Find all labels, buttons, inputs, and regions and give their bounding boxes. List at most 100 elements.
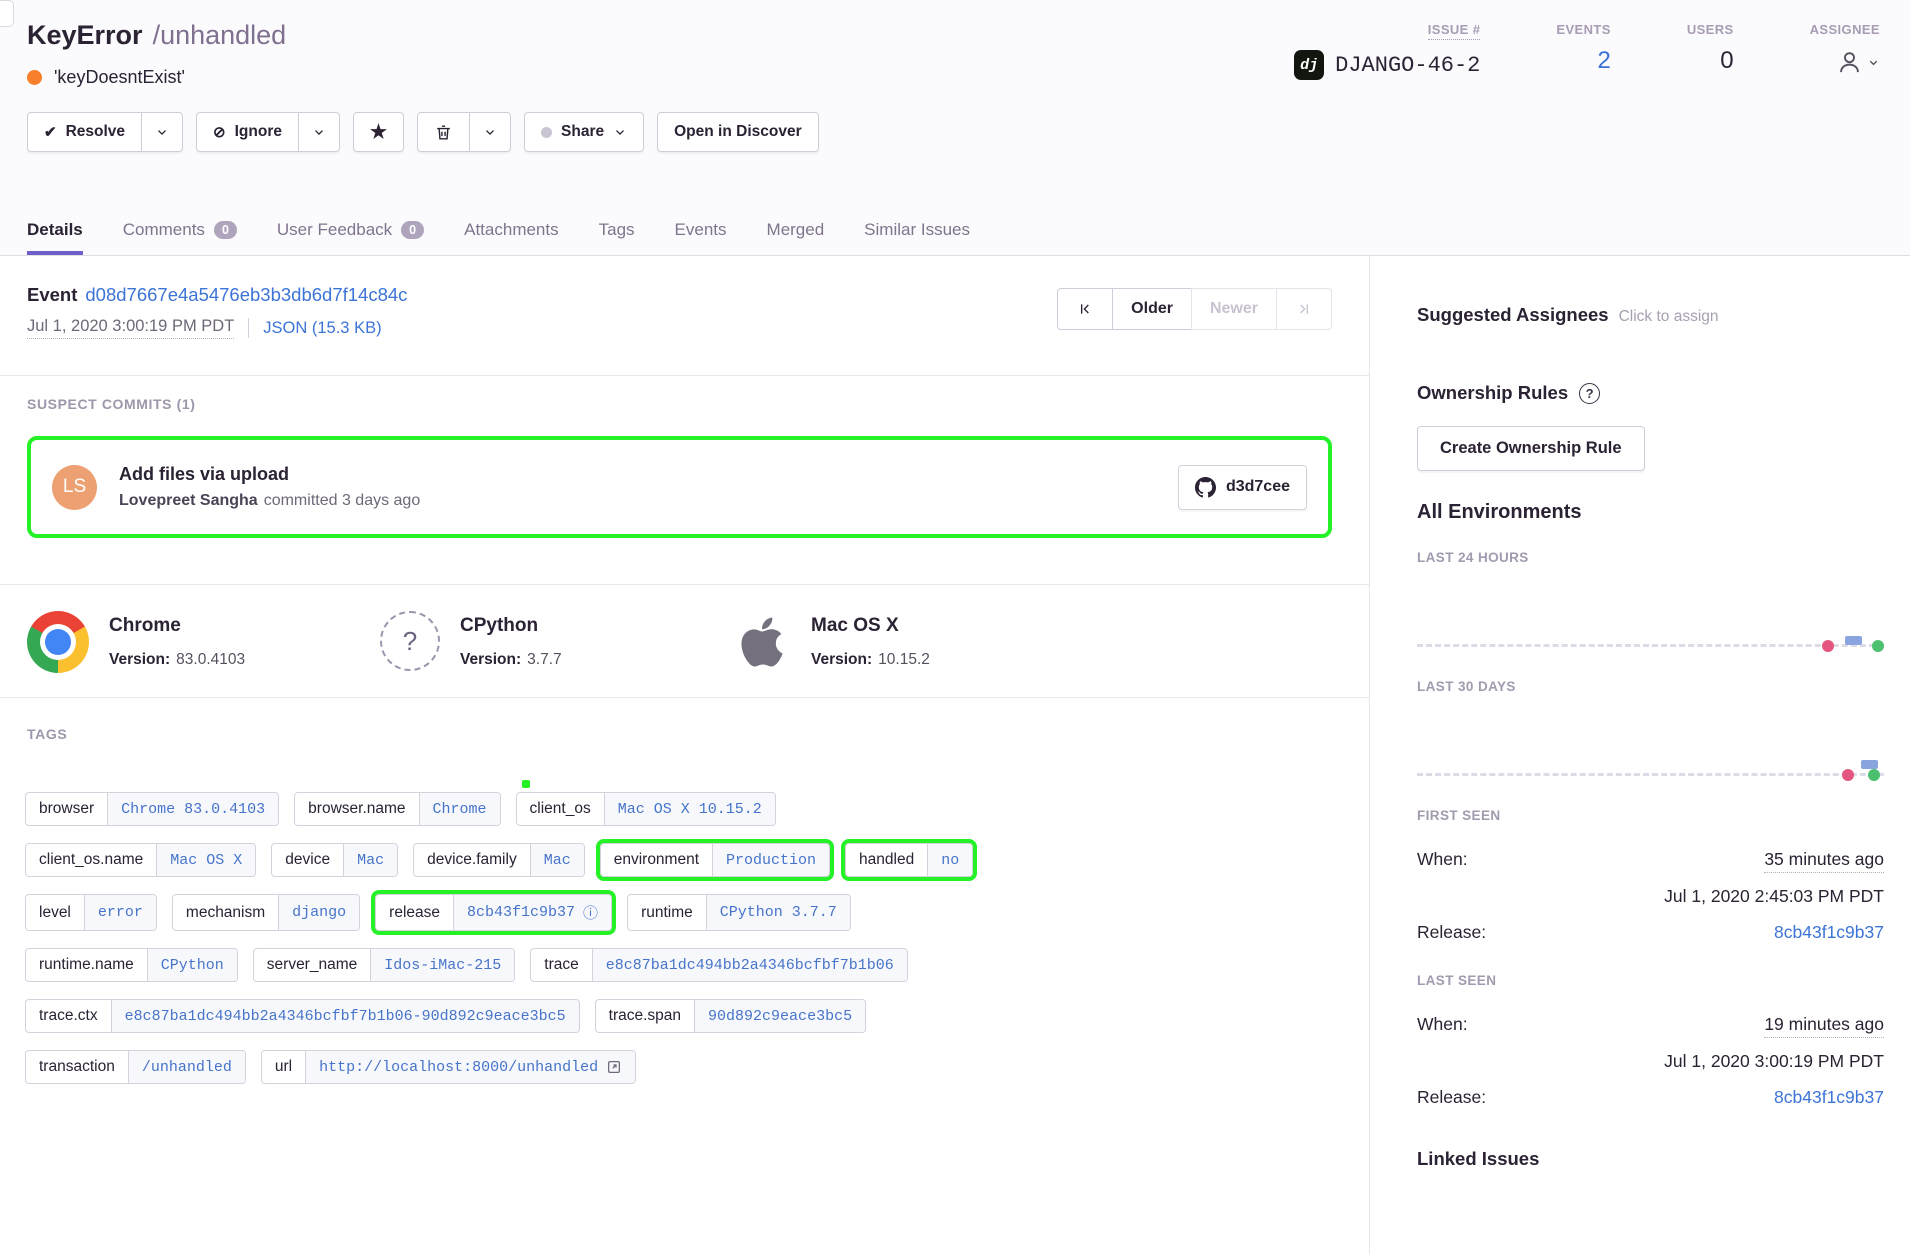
last-24-hours-label: LAST 24 HOURS <box>1417 550 1884 565</box>
last-30-days-sparkline <box>1417 694 1884 782</box>
chevron-down-icon <box>483 125 497 139</box>
tag-value-link[interactable]: 90d892c9eace3bc5 <box>694 1000 865 1032</box>
older-event-button[interactable]: Older <box>1112 288 1192 330</box>
tag-value-link[interactable]: 8cb43f1c9b37ⓘ <box>453 895 611 930</box>
newest-event-button[interactable] <box>1276 288 1332 330</box>
resolve-dropdown-button[interactable] <box>141 112 183 152</box>
last-seen-marker <box>1872 640 1884 652</box>
tag-value-link[interactable]: e8c87ba1dc494bb2a4346bcfbf7b1b06 <box>592 949 907 981</box>
trash-icon <box>434 123 453 142</box>
action-bar: ✔ Resolve ⊘ Ignore ★ <box>27 112 1884 152</box>
tag-value-link[interactable]: Mac <box>530 844 584 876</box>
resolve-button[interactable]: ✔ Resolve <box>27 112 142 152</box>
issue-tabs: Details Comments0 User Feedback0 Attachm… <box>27 220 970 255</box>
tag-value-link[interactable]: Idos-iMac-215 <box>370 949 514 981</box>
tag-value-link[interactable]: Chrome 83.0.4103 <box>107 793 278 825</box>
first-seen-heading: FIRST SEEN <box>1417 808 1884 823</box>
last-seen-release-link[interactable]: 8cb43f1c9b37 <box>1774 1087 1884 1108</box>
tag-value-link[interactable]: CPython 3.7.7 <box>706 895 850 930</box>
event-bar <box>1845 636 1862 645</box>
share-indicator-icon <box>541 127 552 138</box>
tag-value-link[interactable]: CPython <box>147 949 237 981</box>
tag-value-link[interactable]: Chrome <box>419 793 500 825</box>
create-ownership-rule-button[interactable]: Create Ownership Rule <box>1417 426 1645 471</box>
context-version: 10.15.2 <box>878 651 930 668</box>
delete-button[interactable] <box>417 112 470 152</box>
commit-sha-button[interactable]: d3d7cee <box>1178 465 1307 510</box>
issue-type-title: KeyError <box>27 20 143 50</box>
feedback-count-badge: 0 <box>401 221 424 239</box>
ignore-button[interactable]: ⊘ Ignore <box>196 112 299 152</box>
ignore-dropdown-button[interactable] <box>298 112 340 152</box>
tag-environment: environmentProduction <box>600 843 830 877</box>
share-button[interactable]: Share <box>524 112 644 152</box>
event-id-link[interactable]: d08d7667e4a5476eb3b3db6d7f14c84c <box>85 284 407 305</box>
tab-similar-issues[interactable]: Similar Issues <box>864 220 970 255</box>
delete-dropdown-button[interactable] <box>469 112 511 152</box>
issue-short-id[interactable]: dj DJANGO-46-2 <box>1294 50 1480 80</box>
first-seen-release-link[interactable]: 8cb43f1c9b37 <box>1774 922 1884 943</box>
issue-header: KeyError/unhandled 'keyDoesntExist' ISSU… <box>0 0 1910 256</box>
tag-browser: browserChrome 83.0.4103 <box>25 792 279 826</box>
issue-meta-stats: ISSUE # dj DJANGO-46-2 EVENTS 2 USERS 0 … <box>1294 20 1880 88</box>
context-runtime: ? CPython Version:3.7.7 <box>380 611 733 673</box>
commit-author: Lovepreet Sangha <box>119 492 258 509</box>
context-version: 3.7.7 <box>527 651 561 668</box>
tag-value-link[interactable]: http://localhost:8000/unhandled <box>305 1051 635 1083</box>
release-label: Release: <box>1417 1087 1486 1108</box>
tag-value-link[interactable]: django <box>278 895 359 930</box>
commit-title: Add files via upload <box>119 464 1156 485</box>
users-count[interactable]: 0 <box>1720 47 1733 75</box>
tag-trace-ctx: trace.ctxe8c87ba1dc494bb2a4346bcfbf7b1b0… <box>25 999 580 1033</box>
bookmark-button[interactable]: ★ <box>353 112 404 152</box>
last-30-days-label: LAST 30 DAYS <box>1417 679 1884 694</box>
star-icon: ★ <box>370 121 387 144</box>
tag-browser-name: browser.nameChrome <box>294 792 500 826</box>
tag-value-link[interactable]: e8c87ba1dc494bb2a4346bcfbf7b1b06-90d892c… <box>111 1000 579 1032</box>
event-details-column: Eventd08d7667e4a5476eb3b3db6d7f14c84c Ju… <box>0 256 1370 1254</box>
tag-value-link[interactable]: Mac <box>343 844 397 876</box>
user-icon <box>1836 49 1863 76</box>
chrome-icon <box>27 611 89 673</box>
tags-heading: TAGS <box>27 726 1369 742</box>
tab-user-feedback[interactable]: User Feedback0 <box>277 220 424 255</box>
tag-value-link[interactable]: /unhandled <box>128 1051 245 1083</box>
tag-runtime: runtimeCPython 3.7.7 <box>627 894 851 931</box>
tag-value-link[interactable]: Production <box>712 844 829 876</box>
assignee-dropdown[interactable] <box>1836 49 1880 76</box>
event-pagination: Older Newer <box>1057 288 1332 339</box>
linked-issues-title: Linked Issues <box>1417 1148 1884 1170</box>
when-label: When: <box>1417 849 1468 870</box>
tag-value-link[interactable]: no <box>927 844 972 876</box>
all-environments-title: All Environments <box>1417 501 1884 524</box>
chevron-down-icon <box>613 125 627 139</box>
tag-server-name: server_nameIdos-iMac-215 <box>253 948 516 982</box>
events-count[interactable]: 2 <box>1597 47 1610 75</box>
tab-events[interactable]: Events <box>675 220 727 255</box>
first-seen-relative: 35 minutes ago <box>1764 849 1884 873</box>
tag-value-link[interactable]: Mac OS X 10.15.2 <box>604 793 775 825</box>
tab-tags[interactable]: Tags <box>599 220 635 255</box>
tab-details[interactable]: Details <box>27 220 83 255</box>
issue-titles: KeyError/unhandled 'keyDoesntExist' <box>27 20 286 88</box>
tab-attachments[interactable]: Attachments <box>464 220 559 255</box>
open-in-discover-button[interactable]: Open in Discover <box>657 112 818 152</box>
event-timestamp: Jul 1, 2020 3:00:19 PM PDT <box>27 317 234 339</box>
help-icon[interactable]: ? <box>1579 383 1600 404</box>
event-json-link[interactable]: JSON (15.3 KB) <box>263 319 381 338</box>
first-seen-marker <box>1822 640 1834 652</box>
tab-merged[interactable]: Merged <box>767 220 825 255</box>
tag-value-link[interactable]: error <box>84 895 156 930</box>
mute-icon: ⊘ <box>213 123 226 141</box>
tab-comments[interactable]: Comments0 <box>123 220 237 255</box>
tag-value-link[interactable]: Mac OS X <box>156 844 255 876</box>
when-label: When: <box>1417 1014 1468 1035</box>
click-to-assign-hint: Click to assign <box>1619 308 1719 325</box>
chevron-down-icon <box>312 125 326 139</box>
tag-device-family: device.familyMac <box>413 843 585 877</box>
suggested-assignees-title: Suggested Assignees <box>1417 304 1609 325</box>
newer-event-button[interactable]: Newer <box>1191 288 1277 330</box>
info-icon: ⓘ <box>583 902 598 923</box>
chevron-down-icon <box>155 125 169 139</box>
oldest-event-button[interactable] <box>1057 288 1113 330</box>
